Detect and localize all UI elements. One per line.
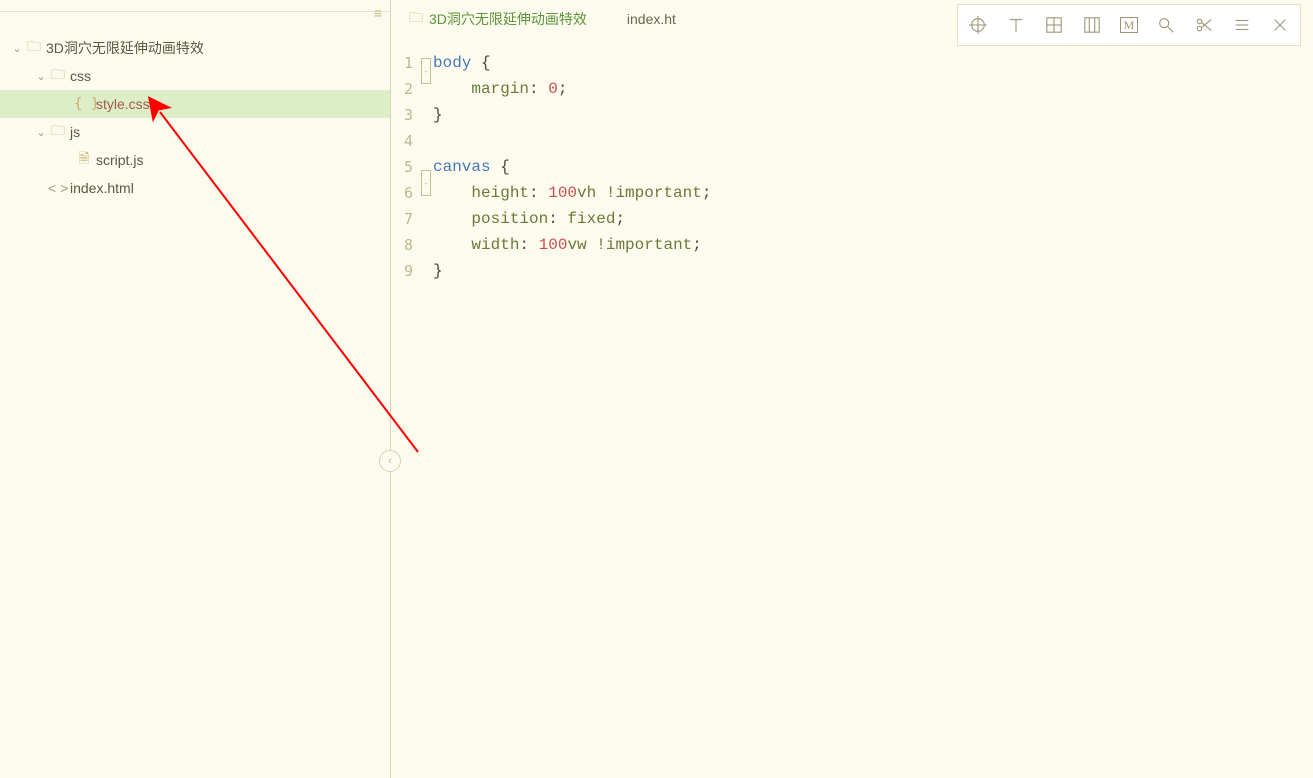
brace: { <box>471 54 490 72</box>
tree-root-folder[interactable]: ⌄ 🗀 3D洞穴无限延伸动画特效 <box>0 34 390 62</box>
app-root: ≡ ⌄ 🗀 3D洞穴无限延伸动画特效 ⌄ 🗀 css { } style.css… <box>0 0 1313 778</box>
tree-root-label: 3D洞穴无限延伸动画特效 <box>44 38 204 58</box>
editor-toolbar: M <box>957 4 1301 46</box>
brace: } <box>433 262 443 280</box>
css-value: fixed <box>567 210 615 228</box>
tree-script-file[interactable]: 🗎 script.js <box>0 146 390 174</box>
css-file-icon: { } <box>74 96 94 112</box>
line-number: 7 <box>391 206 419 232</box>
line-number-gutter: 1 2 3 4 5 6 7 8 9 <box>391 48 419 778</box>
brace: { <box>491 158 510 176</box>
search-icon[interactable] <box>1156 15 1176 35</box>
tree-style-file[interactable]: { } style.css <box>0 90 390 118</box>
grid-icon[interactable] <box>1044 15 1064 35</box>
html-file-icon: < > <box>48 180 68 196</box>
tree-js-folder[interactable]: ⌄ 🗀 js <box>0 118 390 146</box>
file-explorer: ≡ ⌄ 🗀 3D洞穴无限延伸动画特效 ⌄ 🗀 css { } style.css… <box>0 0 391 778</box>
crosshair-icon[interactable] <box>968 15 988 35</box>
code-area[interactable]: 1 2 3 4 5 6 7 8 9 - - body { margin: 0; … <box>391 38 1313 778</box>
css-number: 0 <box>548 80 558 98</box>
semicolon: ; <box>692 236 702 254</box>
columns-icon[interactable] <box>1082 15 1102 35</box>
css-unit: vw <box>567 236 586 254</box>
editor-pane: 🗀 3D洞穴无限延伸动画特效 index.ht M 1 2 3 4 <box>391 0 1313 778</box>
line-number: 2 <box>391 76 419 102</box>
css-unit: vh <box>577 184 596 202</box>
css-number: 100 <box>539 236 568 254</box>
brace: } <box>433 106 443 124</box>
folder-icon: 🗀 <box>48 64 68 88</box>
tree-js-label: js <box>68 124 80 140</box>
css-selector: canvas <box>433 158 491 176</box>
tree-css-folder[interactable]: ⌄ 🗀 css <box>0 62 390 90</box>
t-icon[interactable] <box>1006 15 1026 35</box>
line-number: 1 <box>391 50 419 76</box>
colon: : <box>519 236 538 254</box>
semicolon: ; <box>615 210 625 228</box>
css-important: !important <box>606 184 702 202</box>
file-tree: ⌄ 🗀 3D洞穴无限延伸动画特效 ⌄ 🗀 css { } style.css ⌄… <box>0 12 390 202</box>
css-number: 100 <box>548 184 577 202</box>
breadcrumb-label: 3D洞穴无限延伸动画特效 <box>429 9 587 29</box>
open-file-label: index.ht <box>627 11 676 27</box>
tree-index-file[interactable]: < > index.html <box>0 174 390 202</box>
close-icon[interactable] <box>1270 15 1290 35</box>
code-content[interactable]: body { margin: 0; } canvas { height: 100… <box>433 48 1313 778</box>
chevron-down-icon: ⌄ <box>10 42 24 55</box>
scissors-icon[interactable] <box>1194 15 1214 35</box>
sidebar-collapse-button[interactable]: ‹ <box>379 450 401 472</box>
tree-style-label: style.css <box>94 96 150 112</box>
css-property: margin <box>471 80 529 98</box>
line-number: 5 <box>391 154 419 180</box>
colon: : <box>548 210 567 228</box>
css-property: width <box>471 236 519 254</box>
line-number: 4 <box>391 128 419 154</box>
colon: : <box>529 184 548 202</box>
open-file-tab[interactable]: index.ht <box>621 7 682 31</box>
menu-icon[interactable] <box>1232 15 1252 35</box>
folder-icon: 🗀 <box>24 36 44 60</box>
chevron-down-icon: ⌄ <box>34 126 48 139</box>
line-number: 9 <box>391 258 419 284</box>
tree-css-label: css <box>68 68 91 84</box>
tree-index-label: index.html <box>68 180 134 196</box>
space <box>587 236 597 254</box>
line-number: 6 <box>391 180 419 206</box>
sidebar-top-strip: ≡ <box>0 0 390 12</box>
chevron-down-icon: ⌄ <box>34 70 48 83</box>
space <box>596 184 606 202</box>
sidebar-menu-icon[interactable]: ≡ <box>374 9 382 17</box>
line-number: 8 <box>391 232 419 258</box>
css-important: !important <box>596 236 692 254</box>
line-number: 3 <box>391 102 419 128</box>
css-selector: body <box>433 54 471 72</box>
fold-toggle-icon[interactable]: - <box>421 58 431 84</box>
css-property: height <box>471 184 529 202</box>
folder-icon: 🗀 <box>409 7 423 31</box>
fold-gutter: - - <box>419 48 433 778</box>
semicolon: ; <box>558 80 568 98</box>
js-file-icon: 🗎 <box>74 148 94 172</box>
colon: : <box>529 80 548 98</box>
m-icon[interactable]: M <box>1120 17 1138 33</box>
folder-icon: 🗀 <box>48 120 68 144</box>
tree-script-label: script.js <box>94 152 143 168</box>
semicolon: ; <box>702 184 712 202</box>
css-property: position <box>471 210 548 228</box>
fold-toggle-icon[interactable]: - <box>421 170 431 196</box>
breadcrumb-tab[interactable]: 🗀 3D洞穴无限延伸动画特效 <box>403 3 593 35</box>
